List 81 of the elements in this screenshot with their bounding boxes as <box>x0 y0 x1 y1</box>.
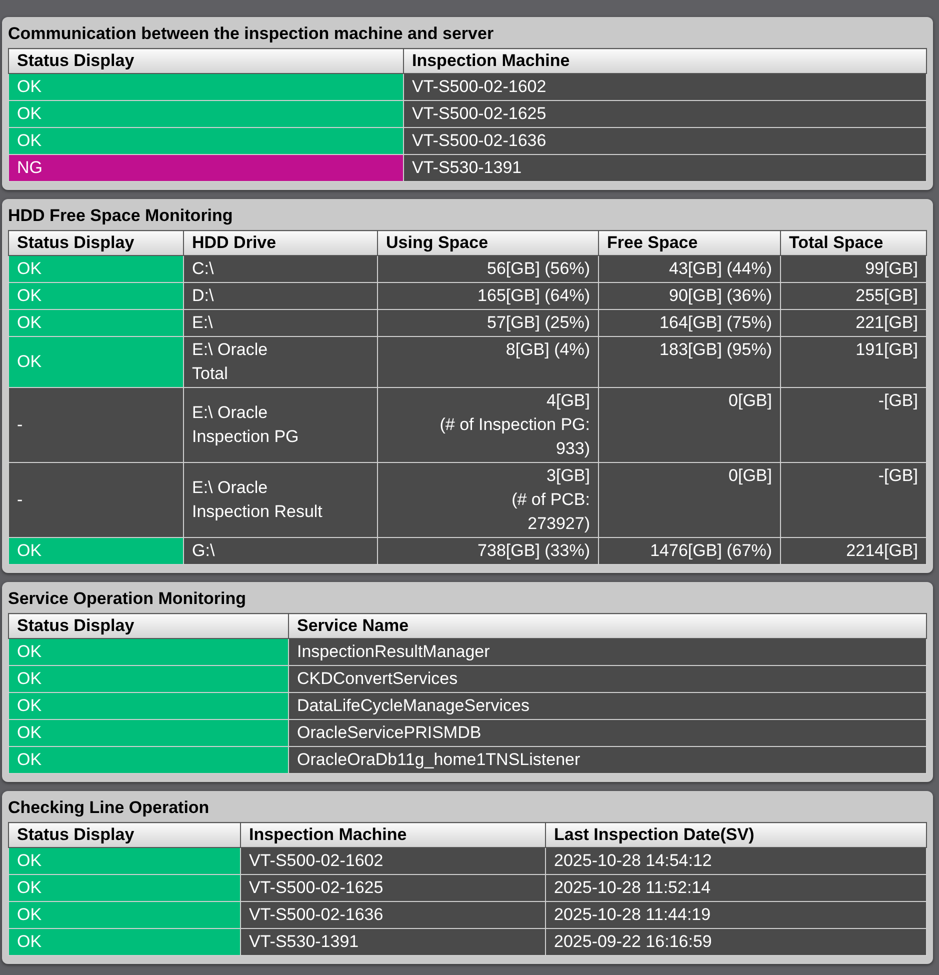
table-cell: OracleOraDb11g_home1TNSListener <box>288 746 926 774</box>
status-cell: - <box>8 462 184 538</box>
status-cell: OK <box>8 692 288 720</box>
table-cell: VT-S530-1391 <box>404 154 926 182</box>
table-cell: DataLifeCycleManageServices <box>288 692 926 720</box>
status-cell: OK <box>8 74 404 100</box>
table-cell: 221[GB] <box>780 310 926 336</box>
table-cell: VT-S530-1391 <box>240 928 546 956</box>
status-cell: OK <box>8 848 240 874</box>
table-cell: 2025-10-28 14:54:12 <box>546 848 926 874</box>
column-header: Inspection Machine <box>404 48 926 74</box>
table-cell: 255[GB] <box>780 282 926 310</box>
status-cell: OK <box>8 720 288 746</box>
table-cell: 2214[GB] <box>780 538 926 564</box>
status-cell: OK <box>8 902 240 928</box>
status-cell: OK <box>8 874 240 902</box>
table-cell: C:\ <box>184 256 378 282</box>
table-cell: 2025-10-28 11:52:14 <box>546 874 926 902</box>
table-cell: 56[GB] (56%) <box>378 256 598 282</box>
status-cell: OK <box>8 282 184 310</box>
table-cell: 4[GB] (# of Inspection PG: 933) <box>378 388 598 462</box>
status-cell: OK <box>8 256 184 282</box>
status-cell: OK <box>8 128 404 154</box>
table-cell: E:\ Oracle Inspection Result <box>184 462 378 538</box>
table-cell: VT-S500-02-1602 <box>404 74 926 100</box>
status-cell: OK <box>8 666 288 692</box>
table-cell: VT-S500-02-1636 <box>240 902 546 928</box>
table-cell: E:\ Oracle Inspection PG <box>184 388 378 462</box>
table-cell: OracleServicePRISMDB <box>288 720 926 746</box>
status-cell: OK <box>8 336 184 388</box>
table-cell: 8[GB] (4%) <box>378 336 598 388</box>
status-cell: OK <box>8 638 288 666</box>
column-header: Total Space <box>780 230 926 256</box>
table-cell: -[GB] <box>780 462 926 538</box>
table-cell: 191[GB] <box>780 336 926 388</box>
table-cell: 90[GB] (36%) <box>598 282 780 310</box>
status-cell: NG <box>8 154 404 182</box>
table-cell: VT-S500-02-1625 <box>404 100 926 128</box>
table-cell: 165[GB] (64%) <box>378 282 598 310</box>
status-cell: OK <box>8 538 184 564</box>
table-cell: D:\ <box>184 282 378 310</box>
table-cell: 2025-09-22 16:16:59 <box>546 928 926 956</box>
table-cell: 1476[GB] (67%) <box>598 538 780 564</box>
column-header: Last Inspection Date(SV) <box>546 822 926 848</box>
table-cell: VT-S500-02-1602 <box>240 848 546 874</box>
table-cell: 2025-10-28 11:44:19 <box>546 902 926 928</box>
table-cell: VT-S500-02-1636 <box>404 128 926 154</box>
table-cell: 738[GB] (33%) <box>378 538 598 564</box>
column-header: Service Name <box>288 614 926 638</box>
status-cell: - <box>8 388 184 462</box>
table-cell: 164[GB] (75%) <box>598 310 780 336</box>
table-cell: 3[GB] (# of PCB: 273927) <box>378 462 598 538</box>
column-header: Status Display <box>8 230 184 256</box>
column-header: Status Display <box>8 48 404 74</box>
status-cell: OK <box>8 746 288 774</box>
section-title: Service Operation Monitoring <box>8 588 248 610</box>
table-cell: G:\ <box>184 538 378 564</box>
table-cell: 0[GB] <box>598 462 780 538</box>
table-cell: VT-S500-02-1625 <box>240 874 546 902</box>
table-cell: -[GB] <box>780 388 926 462</box>
table-cell: 43[GB] (44%) <box>598 256 780 282</box>
column-header: Free Space <box>598 230 780 256</box>
table-cell: 57[GB] (25%) <box>378 310 598 336</box>
section-title: Communication between the inspection machine and server <box>8 23 495 45</box>
table-cell: 183[GB] (95%) <box>598 336 780 388</box>
status-cell: OK <box>8 310 184 336</box>
table-cell: CKDConvertServices <box>288 666 926 692</box>
table-cell: 0[GB] <box>598 388 780 462</box>
section-title: HDD Free Space Monitoring <box>8 205 234 227</box>
table-cell: E:\ <box>184 310 378 336</box>
column-header: HDD Drive <box>184 230 378 256</box>
column-header: Status Display <box>8 822 240 848</box>
status-cell: OK <box>8 928 240 956</box>
column-header: Status Display <box>8 614 288 638</box>
table-cell: InspectionResultManager <box>288 638 926 666</box>
column-header: Inspection Machine <box>240 822 546 848</box>
table-cell: E:\ Oracle Total <box>184 336 378 388</box>
table-cell: 99[GB] <box>780 256 926 282</box>
status-cell: OK <box>8 100 404 128</box>
column-header: Using Space <box>378 230 598 256</box>
section-title: Checking Line Operation <box>8 797 210 819</box>
